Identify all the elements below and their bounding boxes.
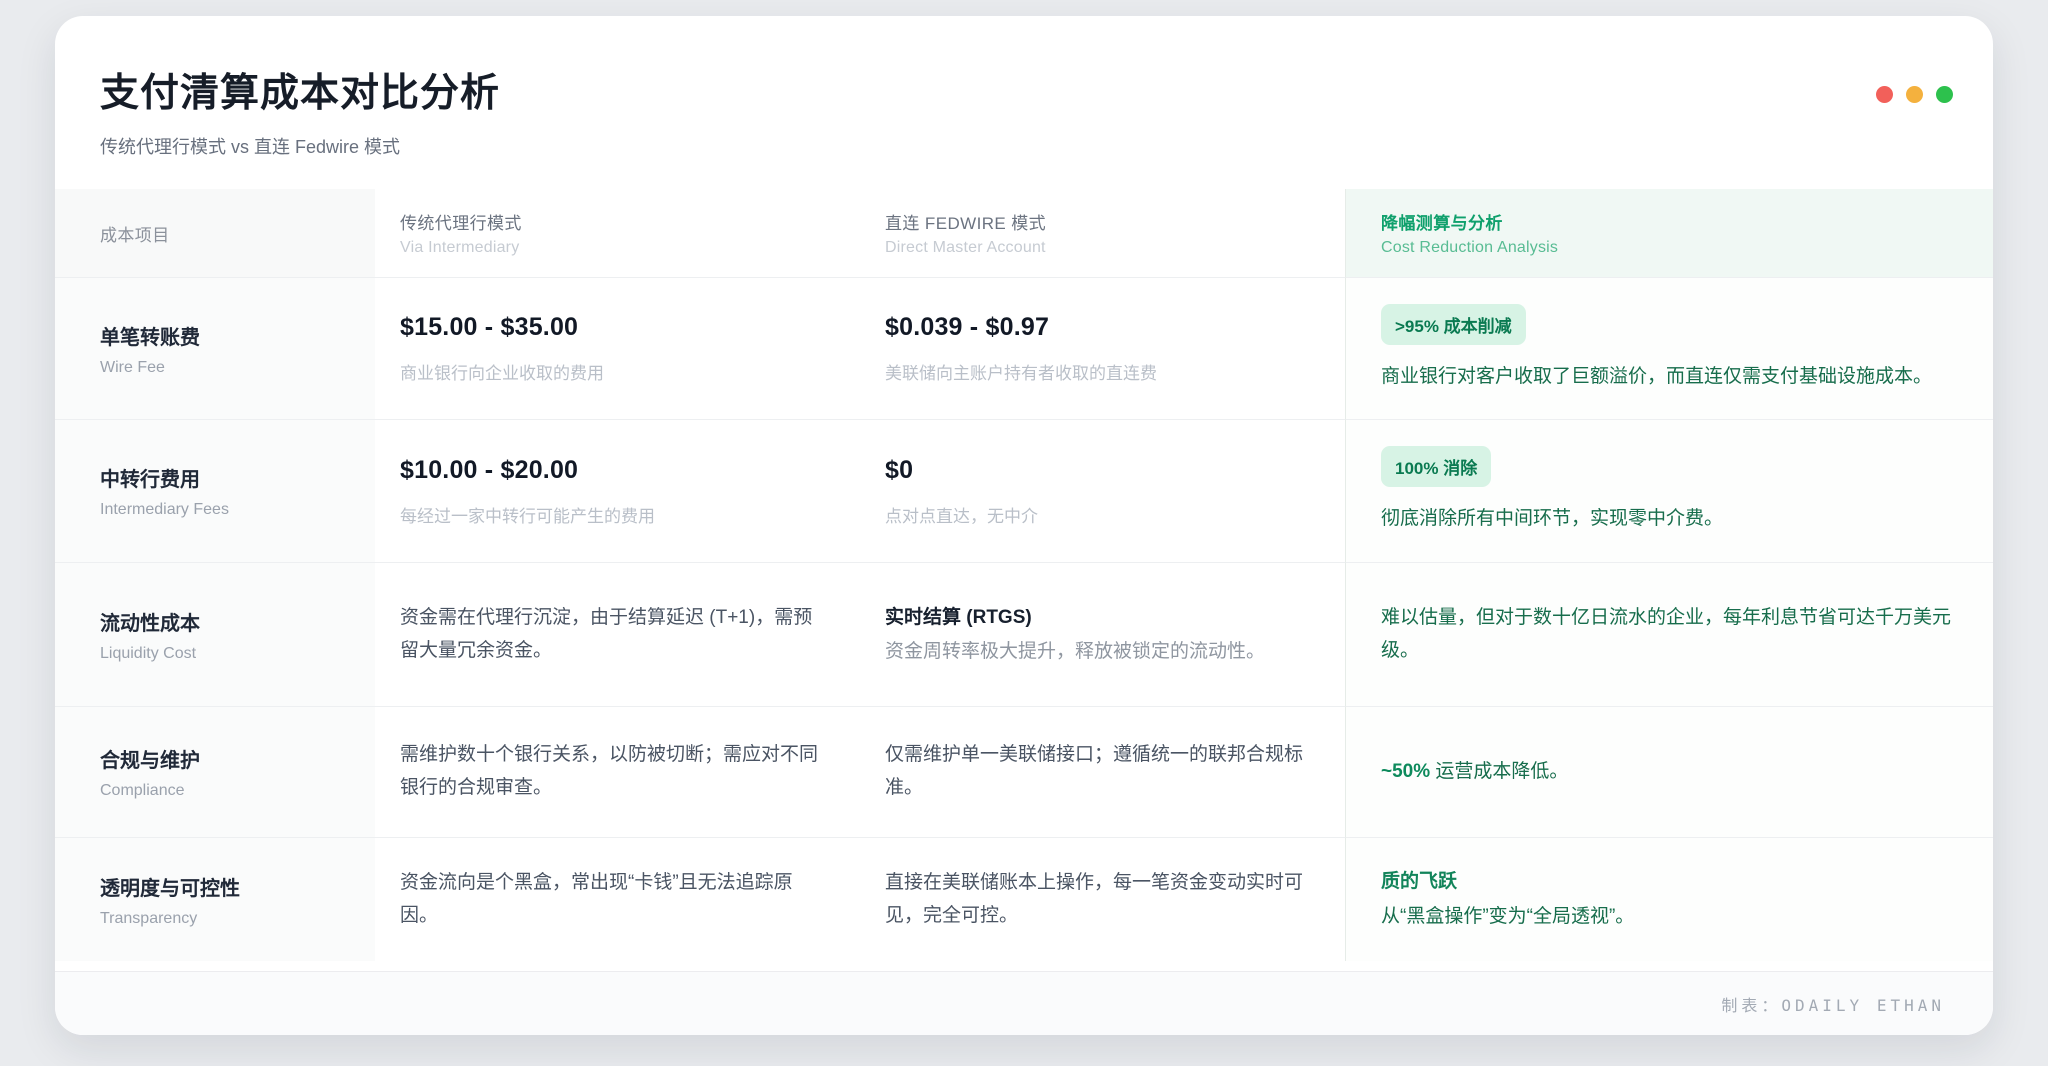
cell-text: 资金需在代理行沉淀，由于结算延迟 (T+1)，需预留大量冗余资金。 — [400, 602, 825, 667]
column-header-traditional: 传统代理行模式 Via Intermediary — [375, 189, 860, 277]
price-note: 点对点直达，无中介 — [885, 502, 1310, 527]
row-subtitle: Transparency — [100, 910, 340, 928]
analysis-text-rest: 运营成本降低。 — [1430, 761, 1568, 782]
price-note: 每经过一家中转行可能产生的费用 — [400, 502, 825, 527]
reduction-badge: >95% 成本削减 — [1381, 304, 1526, 345]
cell-item-transparency: 透明度与可控性 Transparency — [55, 837, 375, 961]
cell-text: 直接在美联储账本上操作，每一笔资金变动实时可见，完全可控。 — [885, 867, 1310, 932]
page-background: 支付清算成本对比分析 传统代理行模式 vs 直连 Fedwire 模式 成本项目… — [0, 0, 2048, 1066]
row-subtitle: Intermediary Fees — [100, 501, 340, 519]
cell-text: 资金流向是个黑盒，常出现“卡钱”且无法追踪原因。 — [400, 867, 825, 932]
cell-traditional-transparency: 资金流向是个黑盒，常出现“卡钱”且无法追踪原因。 — [375, 837, 860, 961]
reduction-badge: 100% 消除 — [1381, 446, 1491, 487]
column-header-fedwire: 直连 FEDWIRE 模式 Direct Master Account — [860, 189, 1345, 277]
price-value: $0 — [885, 456, 1310, 485]
comparison-table: 成本项目 传统代理行模式 Via Intermediary 直连 FEDWIRE… — [55, 189, 1993, 961]
column-header-analysis: 降幅测算与分析 Cost Reduction Analysis — [1345, 189, 1993, 277]
column-header-sublabel: Cost Reduction Analysis — [1381, 239, 1953, 257]
cell-item-intermediary-fees: 中转行费用 Intermediary Fees — [55, 419, 375, 562]
page-title: 支付清算成本对比分析 — [100, 72, 1945, 116]
cell-text: 资金周转率极大提升，释放被锁定的流动性。 — [885, 637, 1310, 667]
analysis-text: 从“黑盒操作”变为“全局透视”。 — [1381, 901, 1953, 933]
price-value: $10.00 - $20.00 — [400, 456, 825, 485]
cell-text: 仅需维护单一美联储接口；遵循统一的联邦合规标准。 — [885, 739, 1310, 804]
row-title: 单笔转账费 — [100, 321, 340, 350]
cell-highlight-title: 实时结算 (RTGS) — [885, 602, 1310, 629]
column-header-cost-item: 成本项目 — [55, 189, 375, 277]
cell-fedwire-liquidity-cost: 实时结算 (RTGS) 资金周转率极大提升，释放被锁定的流动性。 — [860, 562, 1345, 706]
price-value: $15.00 - $35.00 — [400, 313, 825, 342]
row-title: 合规与维护 — [100, 744, 340, 773]
cell-traditional-wire-fee: $15.00 - $35.00 商业银行向企业收取的费用 — [375, 277, 860, 419]
price-value: $0.039 - $0.97 — [885, 313, 1310, 342]
cell-fedwire-intermediary-fees: $0 点对点直达，无中介 — [860, 419, 1345, 562]
column-header-label: 直连 FEDWIRE 模式 — [885, 209, 1310, 234]
price-note: 美联储向主账户持有者收取的直连费 — [885, 359, 1310, 384]
column-header-sublabel: Direct Master Account — [885, 239, 1310, 257]
column-header-sublabel: Via Intermediary — [400, 239, 825, 257]
cell-item-wire-fee: 单笔转账费 Wire Fee — [55, 277, 375, 419]
row-subtitle: Compliance — [100, 782, 340, 800]
column-header-label: 传统代理行模式 — [400, 209, 825, 234]
row-title: 中转行费用 — [100, 463, 340, 492]
analysis-title: 质的飞跃 — [1381, 866, 1953, 893]
cell-item-liquidity-cost: 流动性成本 Liquidity Cost — [55, 562, 375, 706]
card-footer: 制表：ODAILY ETHAN — [55, 971, 1993, 1035]
page-subtitle: 传统代理行模式 vs 直连 Fedwire 模式 — [100, 135, 1945, 159]
window-maximize-icon — [1936, 86, 1953, 103]
cell-text: 需维护数十个银行关系，以防被切断；需应对不同银行的合规审查。 — [400, 739, 825, 804]
row-title: 透明度与可控性 — [100, 872, 340, 901]
analysis-text: 彻底消除所有中间环节，实现零中介费。 — [1381, 503, 1953, 535]
cell-analysis-transparency: 质的飞跃 从“黑盒操作”变为“全局透视”。 — [1345, 837, 1993, 961]
column-header-label: 降幅测算与分析 — [1381, 209, 1953, 234]
analysis-text: ~50% 运营成本降低。 — [1381, 756, 1953, 788]
cell-fedwire-transparency: 直接在美联储账本上操作，每一笔资金变动实时可见，完全可控。 — [860, 837, 1345, 961]
window-minimize-icon — [1906, 86, 1923, 103]
cell-analysis-liquidity-cost: 难以估量，但对于数十亿日流水的企业，每年利息节省可达千万美元级。 — [1345, 562, 1993, 706]
cell-traditional-compliance: 需维护数十个银行关系，以防被切断；需应对不同银行的合规审查。 — [375, 706, 860, 837]
analysis-emphasis: ~50% — [1381, 761, 1430, 782]
cell-analysis-compliance: ~50% 运营成本降低。 — [1345, 706, 1993, 837]
cell-item-compliance: 合规与维护 Compliance — [55, 706, 375, 837]
row-title: 流动性成本 — [100, 607, 340, 636]
cell-traditional-intermediary-fees: $10.00 - $20.00 每经过一家中转行可能产生的费用 — [375, 419, 860, 562]
comparison-card: 支付清算成本对比分析 传统代理行模式 vs 直连 Fedwire 模式 成本项目… — [55, 16, 1993, 1035]
cell-analysis-wire-fee: >95% 成本削减 商业银行对客户收取了巨额溢价，而直连仅需支付基础设施成本。 — [1345, 277, 1993, 419]
analysis-text: 商业银行对客户收取了巨额溢价，而直连仅需支付基础设施成本。 — [1381, 361, 1953, 393]
window-controls — [1876, 86, 1953, 103]
analysis-text: 难以估量，但对于数十亿日流水的企业，每年利息节省可达千万美元级。 — [1381, 602, 1953, 667]
credit-text: 制表：ODAILY ETHAN — [1721, 992, 1945, 1016]
window-close-icon — [1876, 86, 1893, 103]
cell-analysis-intermediary-fees: 100% 消除 彻底消除所有中间环节，实现零中介费。 — [1345, 419, 1993, 562]
price-note: 商业银行向企业收取的费用 — [400, 359, 825, 384]
row-subtitle: Wire Fee — [100, 359, 340, 377]
cell-fedwire-wire-fee: $0.039 - $0.97 美联储向主账户持有者收取的直连费 — [860, 277, 1345, 419]
column-header-label: 成本项目 — [100, 221, 340, 246]
card-header: 支付清算成本对比分析 传统代理行模式 vs 直连 Fedwire 模式 — [55, 16, 1993, 159]
cell-traditional-liquidity-cost: 资金需在代理行沉淀，由于结算延迟 (T+1)，需预留大量冗余资金。 — [375, 562, 860, 706]
row-subtitle: Liquidity Cost — [100, 645, 340, 663]
cell-fedwire-compliance: 仅需维护单一美联储接口；遵循统一的联邦合规标准。 — [860, 706, 1345, 837]
